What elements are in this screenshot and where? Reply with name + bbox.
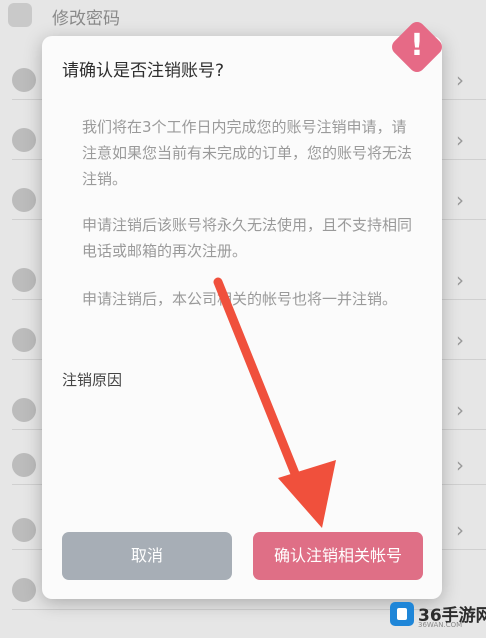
exclamation-mark: ! [410, 28, 424, 63]
confirm-delete-account-button[interactable]: 确认注销相关帐号 [253, 532, 423, 580]
background-title: 修改密码 [52, 9, 120, 29]
chevron-right-icon: › [456, 518, 464, 542]
chevron-right-icon: › [456, 268, 464, 292]
row-icon [12, 268, 36, 292]
row-icon [12, 68, 36, 92]
watermark-url: 36WAN.COM [418, 621, 463, 629]
row-icon [12, 578, 36, 602]
site-watermark: 36手游网 36WAN.COM [390, 594, 486, 634]
notice-paragraph: 申请注销后，本公司相关的帐号也将一并注销。 [82, 290, 398, 308]
notice-paragraph: 申请注销后该账号将永久无法使用，且不支持相同电话或邮箱的再次注册。 [82, 216, 413, 260]
chevron-right-icon: › [456, 328, 464, 352]
delete-account-dialog: ! 请确认是否注销账号? 我们将在3个工作日内完成您的账号注销申请，请注意如果您… [42, 18, 446, 599]
row-icon [12, 128, 36, 152]
notice-paragraph: 我们将在3个工作日内完成您的账号注销申请，请注意如果您当前有未完成的订单，您的账… [82, 118, 413, 188]
chevron-right-icon: › [456, 398, 464, 422]
dialog-title: 请确认是否注销账号? [62, 61, 225, 81]
back-icon [8, 3, 32, 27]
chevron-right-icon: › [456, 68, 464, 92]
warning-badge: ! [388, 18, 446, 76]
chevron-right-icon: › [456, 188, 464, 212]
row-icon [12, 328, 36, 352]
row-icon [12, 398, 36, 422]
cancel-reason-label: 注销原因 [62, 371, 123, 389]
watermark-logo-icon [390, 602, 414, 626]
row-icon [12, 188, 36, 212]
cancel-button[interactable]: 取消 [62, 532, 232, 580]
chevron-right-icon: › [456, 128, 464, 152]
row-icon [12, 518, 36, 542]
row-icon [12, 453, 36, 477]
chevron-right-icon: › [456, 453, 464, 477]
